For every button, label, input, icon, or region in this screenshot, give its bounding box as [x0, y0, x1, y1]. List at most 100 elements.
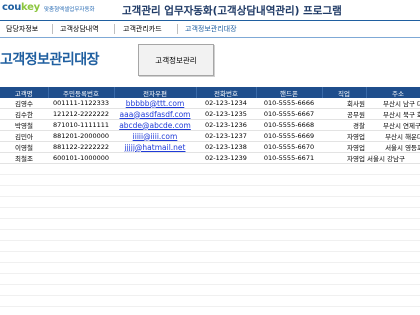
empty-cell[interactable] [48, 251, 114, 263]
empty-cell[interactable] [322, 295, 366, 307]
empty-cell[interactable] [48, 229, 114, 241]
empty-cell[interactable] [114, 196, 196, 208]
empty-cell[interactable] [322, 306, 366, 315]
empty-cell[interactable] [48, 262, 114, 274]
cell-mobile[interactable]: 010-5555-6669 [256, 130, 322, 142]
cell-name[interactable]: 최철조 [0, 152, 48, 164]
empty-cell[interactable] [196, 196, 256, 208]
cell-rrn[interactable]: 121212-2222222 [48, 108, 114, 120]
empty-cell[interactable] [366, 251, 420, 263]
empty-cell[interactable] [366, 295, 420, 307]
empty-cell[interactable] [366, 185, 420, 197]
empty-cell[interactable] [366, 262, 420, 274]
empty-cell[interactable] [366, 196, 420, 208]
cell-mobile[interactable]: 010-5555-6671 [256, 152, 322, 164]
empty-cell[interactable] [114, 295, 196, 307]
empty-cell[interactable] [0, 163, 48, 175]
empty-cell[interactable] [196, 218, 256, 230]
empty-cell[interactable] [322, 218, 366, 230]
empty-cell[interactable] [196, 229, 256, 241]
empty-cell[interactable] [322, 229, 366, 241]
tab-manager-info[interactable]: 담당자정보 [6, 24, 38, 34]
empty-cell[interactable] [366, 229, 420, 241]
empty-cell[interactable] [48, 284, 114, 296]
empty-cell[interactable] [366, 273, 420, 285]
empty-cell[interactable] [322, 185, 366, 197]
table-row[interactable]: 김민아 881201-2000000 iiiii@iiii.com 02-123… [0, 130, 420, 142]
cell-address[interactable]: 부산시 해운대구 [366, 130, 420, 142]
empty-cell[interactable] [366, 240, 420, 252]
cell-phone[interactable]: 02-123-1239 [196, 152, 256, 164]
empty-cell[interactable] [366, 218, 420, 230]
empty-cell[interactable] [114, 163, 196, 175]
cell-email-link[interactable]: iiiii@iiii.com [114, 130, 196, 142]
empty-cell[interactable] [114, 251, 196, 263]
empty-cell[interactable] [366, 207, 420, 219]
empty-cell[interactable] [322, 251, 366, 263]
cell-job[interactable]: 자영업 [322, 130, 366, 142]
empty-cell[interactable] [48, 218, 114, 230]
cell-mobile[interactable]: 010-5555-6666 [256, 98, 322, 109]
cell-name[interactable]: 김영수 [0, 98, 48, 109]
empty-cell[interactable] [256, 163, 322, 175]
empty-cell[interactable] [0, 196, 48, 208]
cell-rrn[interactable]: 881201-2000000 [48, 130, 114, 142]
cell-phone[interactable]: 02-123-1235 [196, 108, 256, 120]
cell-phone[interactable]: 02-123-1238 [196, 141, 256, 153]
cell-address[interactable]: 부산시 연제구 연 [366, 119, 420, 131]
empty-cell[interactable] [48, 196, 114, 208]
cell-phone[interactable]: 02-123-1236 [196, 119, 256, 131]
cell-job[interactable]: 회사원 [322, 98, 366, 109]
empty-row[interactable] [0, 207, 420, 219]
empty-cell[interactable] [48, 185, 114, 197]
empty-cell[interactable] [196, 163, 256, 175]
empty-cell[interactable] [114, 273, 196, 285]
cell-mobile[interactable]: 010-5555-6670 [256, 141, 322, 153]
empty-cell[interactable] [114, 185, 196, 197]
empty-row[interactable] [0, 273, 420, 285]
empty-cell[interactable] [256, 218, 322, 230]
empty-row[interactable] [0, 251, 420, 263]
cell-job[interactable]: 자영업 [322, 141, 366, 153]
empty-cell[interactable] [114, 207, 196, 219]
empty-cell[interactable] [0, 284, 48, 296]
cell-rrn[interactable]: 871010-1111111 [48, 119, 114, 131]
empty-cell[interactable] [196, 207, 256, 219]
empty-cell[interactable] [48, 240, 114, 252]
empty-cell[interactable] [114, 306, 196, 315]
empty-cell[interactable] [48, 273, 114, 285]
empty-cell[interactable] [322, 284, 366, 296]
cell-job[interactable]: 자영업 [322, 152, 366, 164]
empty-row[interactable] [0, 196, 420, 208]
table-row[interactable]: 박영철 871010-1111111 abcde@abcde.com 02-12… [0, 119, 420, 131]
empty-row[interactable] [0, 306, 420, 315]
tab-customer-card[interactable]: 고객관리카드 [123, 24, 162, 34]
cell-name[interactable]: 김수한 [0, 108, 48, 120]
empty-cell[interactable] [114, 284, 196, 296]
empty-cell[interactable] [256, 251, 322, 263]
empty-cell[interactable] [0, 185, 48, 197]
empty-cell[interactable] [48, 207, 114, 219]
cell-rrn[interactable]: 600101-1000000 [48, 152, 114, 164]
cell-phone[interactable]: 02-123-1234 [196, 98, 256, 109]
empty-cell[interactable] [196, 284, 256, 296]
empty-row[interactable] [0, 218, 420, 230]
empty-cell[interactable] [256, 262, 322, 274]
empty-cell[interactable] [196, 251, 256, 263]
empty-cell[interactable] [196, 273, 256, 285]
empty-cell[interactable] [0, 262, 48, 274]
cell-email-link[interactable] [114, 152, 196, 164]
empty-cell[interactable] [114, 262, 196, 274]
empty-cell[interactable] [322, 207, 366, 219]
empty-cell[interactable] [366, 284, 420, 296]
empty-cell[interactable] [0, 306, 48, 315]
empty-cell[interactable] [48, 295, 114, 307]
cell-mobile[interactable]: 010-5555-6668 [256, 119, 322, 131]
empty-cell[interactable] [256, 240, 322, 252]
empty-cell[interactable] [256, 207, 322, 219]
empty-row[interactable] [0, 174, 420, 186]
cell-address[interactable]: 서울시 영등포구 [366, 141, 420, 153]
empty-cell[interactable] [0, 273, 48, 285]
customer-info-manage-button[interactable]: 고객정보관리 [138, 44, 214, 76]
empty-cell[interactable] [0, 229, 48, 241]
